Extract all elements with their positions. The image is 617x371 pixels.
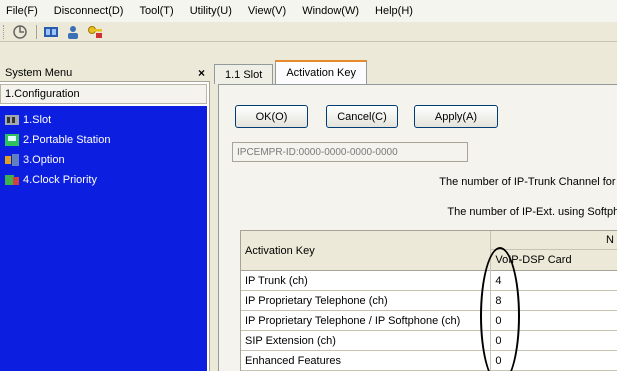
menu-window[interactable]: Window(W)	[296, 5, 369, 17]
portable-station-icon	[4, 133, 20, 147]
close-icon[interactable]: ×	[198, 66, 205, 80]
row-value[interactable]: 0	[491, 311, 617, 330]
menu-help[interactable]: Help(H)	[369, 5, 423, 17]
slot-icon	[4, 113, 20, 127]
row-key: Enhanced Features	[241, 351, 492, 370]
softphone-ext-info: The number of IP-Ext. using Softphor	[447, 206, 617, 218]
tree-item-portable-station[interactable]: 2.Portable Station	[0, 130, 207, 150]
apply-button[interactable]: Apply(A)	[414, 105, 498, 128]
toolbar	[0, 22, 617, 42]
option-icon	[4, 153, 20, 167]
row-value[interactable]: 0	[491, 351, 617, 370]
table-header: Activation Key N VoIP-DSP Card	[241, 231, 617, 271]
tree-item-label: 3.Option	[23, 154, 65, 166]
row-key: IP Proprietary Telephone / IP Softphone …	[241, 311, 492, 330]
activation-key-table: Activation Key N VoIP-DSP Card IP Trunk …	[240, 230, 617, 371]
system-menu-header: System Menu ×	[0, 64, 210, 82]
table-row[interactable]: IP Trunk (ch) 4	[241, 271, 617, 291]
tree-item-slot[interactable]: 1.Slot	[0, 110, 207, 130]
tree-item-label: 2.Portable Station	[23, 134, 111, 146]
toolbar-separator	[36, 24, 37, 39]
row-value[interactable]: 0	[491, 331, 617, 350]
toolbar-grip[interactable]	[3, 24, 6, 39]
menu-view[interactable]: View(V)	[242, 5, 296, 17]
tab-strip: 1.1 Slot Activation Key	[214, 60, 369, 84]
system-menu-panel: System Menu × 1.Configuration 1.Slot 2.P…	[0, 64, 210, 371]
tree-item-label: 1.Slot	[23, 114, 52, 126]
configuration-tree: 1.Slot 2.Portable Station 3.Option 4.Clo…	[0, 106, 207, 371]
ok-button[interactable]: OK(O)	[235, 105, 308, 128]
column-header-activation-key: Activation Key	[241, 231, 492, 271]
slot-view-icon[interactable]	[41, 23, 61, 40]
cancel-button[interactable]: Cancel(C)	[326, 105, 398, 128]
tree-item-clock-priority[interactable]: 4.Clock Priority	[0, 170, 207, 190]
column-header-voip-dsp-card: VoIP-DSP Card	[495, 254, 572, 266]
menu-bar: File(F) Disconnect(D) Tool(T) Utility(U)…	[0, 0, 617, 22]
tree-item-label: 4.Clock Priority	[23, 174, 97, 186]
tab-slot[interactable]: 1.1 Slot	[214, 64, 274, 84]
column-header-group: N VoIP-DSP Card	[491, 231, 617, 270]
system-menu-title: System Menu	[5, 66, 73, 79]
activation-key-page: OK(O) Cancel(C) Apply(A) IPCEMPR-ID:0000…	[218, 84, 617, 371]
menu-disconnect[interactable]: Disconnect(D)	[48, 5, 134, 17]
column-header-group-label: N	[491, 231, 617, 250]
user-icon[interactable]	[63, 23, 83, 40]
connect-icon[interactable]	[10, 23, 30, 40]
configuration-section[interactable]: 1.Configuration	[0, 84, 207, 104]
row-value[interactable]: 4	[491, 271, 617, 290]
menu-utility[interactable]: Utility(U)	[184, 5, 242, 17]
tree-item-option[interactable]: 3.Option	[0, 150, 207, 170]
row-key: SIP Extension (ch)	[241, 331, 492, 350]
tab-activation-key[interactable]: Activation Key	[275, 60, 368, 84]
row-key: IP Proprietary Telephone (ch)	[241, 291, 492, 310]
ip-trunk-channel-info: The number of IP-Trunk Channel for IP	[439, 176, 617, 188]
table-row[interactable]: IP Proprietary Telephone / IP Softphone …	[241, 311, 617, 331]
key-icon[interactable]	[85, 23, 105, 40]
row-key: IP Trunk (ch)	[241, 271, 492, 290]
ipcempr-id-field: IPCEMPR-ID:0000-0000-0000-0000	[232, 142, 468, 162]
table-row[interactable]: SIP Extension (ch) 0	[241, 331, 617, 351]
clock-priority-icon	[4, 173, 20, 187]
menu-tool[interactable]: Tool(T)	[133, 5, 183, 17]
table-row[interactable]: Enhanced Features 0	[241, 351, 617, 371]
row-value[interactable]: 8	[491, 291, 617, 310]
table-row[interactable]: IP Proprietary Telephone (ch) 8	[241, 291, 617, 311]
menu-file[interactable]: File(F)	[0, 5, 48, 17]
